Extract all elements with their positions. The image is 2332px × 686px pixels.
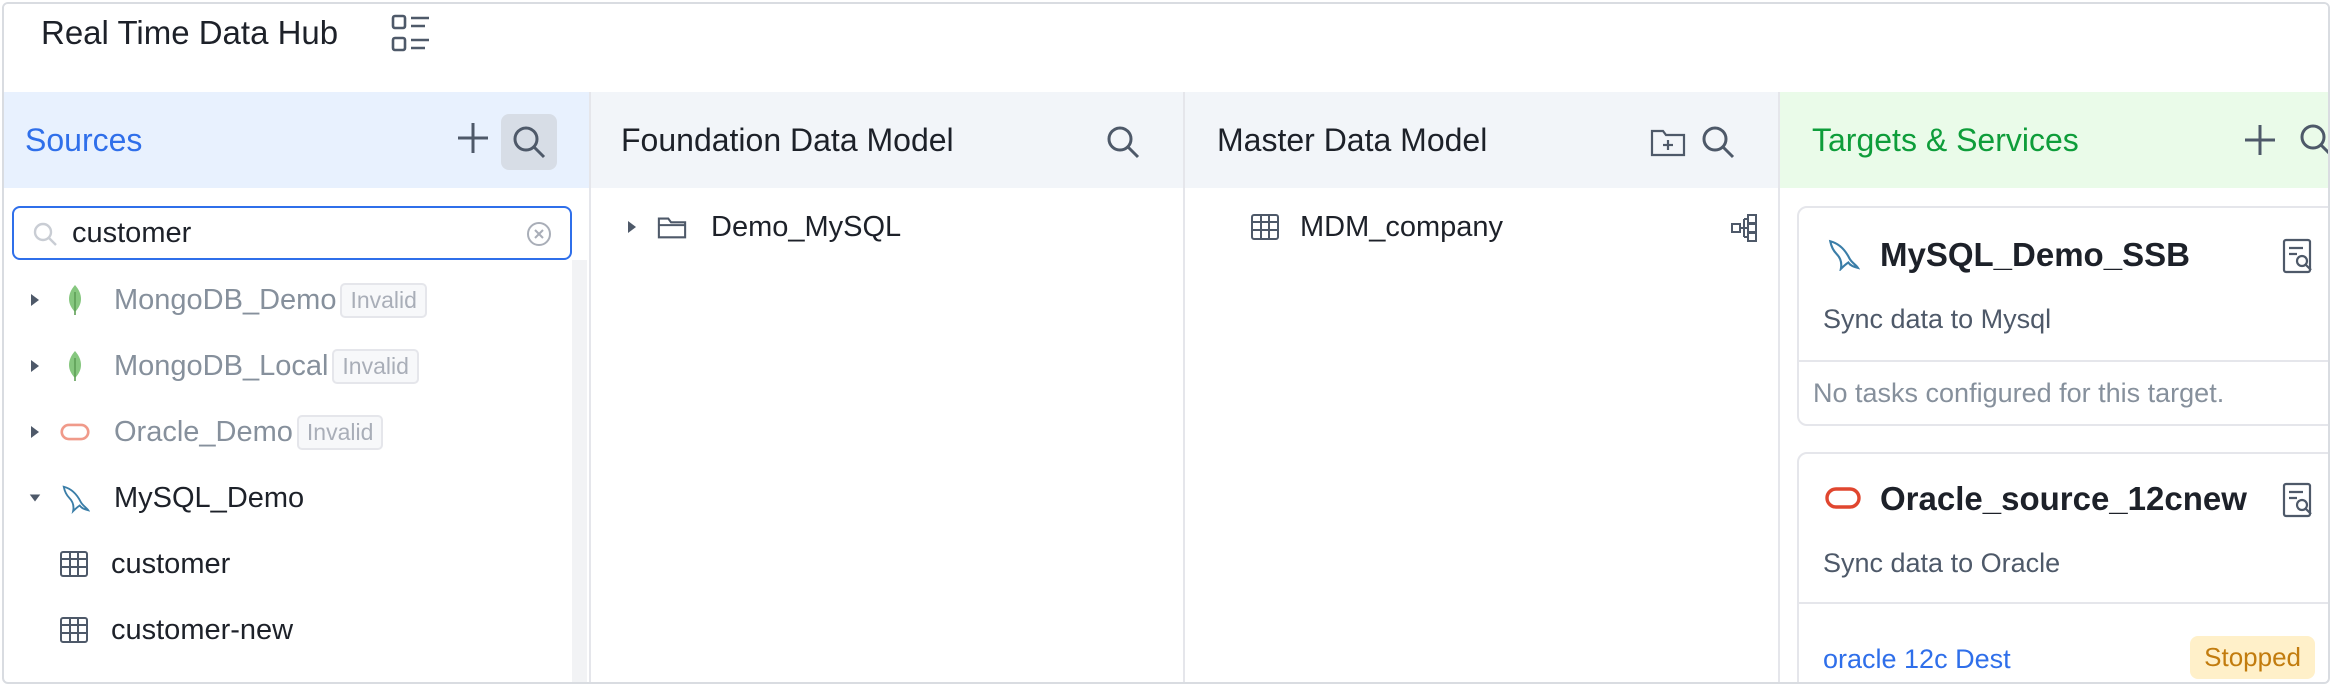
clear-search-icon[interactable] — [526, 221, 552, 252]
target-card-mysql-demo-ssb[interactable]: MySQL_Demo_SSB Sync data to Mysql No tas… — [1797, 206, 2328, 426]
source-item-mysql-demo[interactable]: MySQL_Demo — [4, 465, 572, 531]
folder-item-demo-mysql[interactable]: Demo_MySQL — [591, 202, 901, 252]
search-icon — [32, 221, 58, 252]
master-title: Master Data Model — [1217, 122, 1488, 158]
status-badge: Invalid — [340, 282, 427, 318]
foundation-panel: Foundation Data Model Demo_MySQL — [591, 92, 1183, 682]
mongodb-leaf-icon — [60, 285, 90, 315]
search-sources-button[interactable] — [501, 114, 557, 170]
foundation-header: Foundation Data Model — [591, 92, 1183, 188]
sources-scrollbar[interactable] — [572, 260, 587, 682]
app-header: Real Time Data Hub — [4, 4, 2328, 92]
foundation-title: Foundation Data Model — [621, 122, 954, 158]
mysql-dolphin-icon — [1823, 234, 1863, 274]
target-card-title: MySQL_Demo_SSB — [1880, 236, 2190, 273]
sources-panel: Sources customer MongoDB_Demo Invalid Mo… — [4, 92, 589, 682]
table-item-customer[interactable]: customer — [4, 531, 572, 597]
targets-title: Targets & Services — [1812, 122, 2079, 158]
targets-header: Targets & Services — [1780, 92, 2328, 188]
task-link[interactable]: oracle 12c Dest — [1823, 644, 2011, 675]
search-targets-button[interactable] — [2292, 116, 2328, 164]
card-divider — [1799, 602, 2328, 604]
source-item-oracle-demo[interactable]: Oracle_Demo Invalid — [4, 399, 572, 465]
table-icon — [59, 549, 89, 579]
app-window: Real Time Data Hub Sources customer Mong… — [2, 2, 2330, 684]
layout-list-icon[interactable] — [389, 12, 433, 56]
oracle-icon — [1823, 478, 1863, 518]
table-icon — [59, 615, 89, 645]
view-details-icon[interactable] — [2279, 236, 2319, 276]
source-search-field[interactable] — [12, 206, 572, 260]
table-label: customer-new — [111, 613, 294, 646]
model-label: MDM_company — [1300, 210, 1504, 243]
search-foundation-button[interactable] — [1099, 118, 1147, 166]
expand-caret-icon[interactable] — [28, 292, 42, 308]
add-source-button[interactable] — [449, 114, 497, 162]
mongodb-leaf-icon — [60, 351, 90, 381]
targets-panel: Targets & Services MySQL_Demo_SSB Sync d… — [1780, 92, 2328, 682]
lineage-icon[interactable] — [1730, 213, 1758, 251]
card-divider — [1799, 360, 2328, 362]
sources-title: Sources — [25, 122, 143, 158]
target-card-oracle-source[interactable]: Oracle_source_12cnew Sync data to Oracle… — [1797, 452, 2328, 682]
expand-caret-icon[interactable] — [28, 358, 42, 374]
table-item-customer-new[interactable]: customer-new — [4, 597, 572, 663]
folder-icon — [657, 212, 687, 242]
master-header: Master Data Model — [1185, 92, 1778, 188]
table-label: customer — [111, 547, 231, 580]
view-details-icon[interactable] — [2279, 480, 2319, 520]
mysql-dolphin-icon — [60, 483, 90, 514]
collapse-caret-icon[interactable] — [28, 492, 42, 504]
target-card-description: Sync data to Oracle — [1823, 548, 2061, 578]
table-icon — [1250, 212, 1280, 242]
source-label: Oracle_Demo — [114, 415, 293, 448]
new-folder-icon[interactable] — [1644, 118, 1692, 166]
source-label: MongoDB_Local — [114, 349, 329, 382]
target-card-description: Sync data to Mysql — [1823, 304, 2052, 334]
task-status-badge: Stopped — [2190, 636, 2315, 679]
source-search-input[interactable] — [72, 216, 512, 250]
sources-header: Sources — [4, 92, 589, 188]
source-item-mongodb-demo[interactable]: MongoDB_Demo Invalid — [4, 267, 572, 333]
source-label: MySQL_Demo — [114, 481, 305, 514]
no-tasks-text: No tasks configured for this target. — [1813, 378, 2225, 408]
expand-caret-icon[interactable] — [625, 219, 639, 235]
source-item-mongodb-local[interactable]: MongoDB_Local Invalid — [4, 333, 572, 399]
oracle-icon — [60, 417, 90, 447]
source-label: MongoDB_Demo — [114, 283, 337, 316]
expand-caret-icon[interactable] — [28, 424, 42, 440]
master-panel: Master Data Model MDM_company — [1185, 92, 1778, 682]
target-card-title: Oracle_source_12cnew — [1880, 480, 2247, 517]
search-master-button[interactable] — [1694, 118, 1742, 166]
app-title: Real Time Data Hub — [41, 14, 339, 51]
model-item-mdm-company[interactable]: MDM_company — [1185, 202, 1778, 252]
source-tree: MongoDB_Demo Invalid MongoDB_Local Inval… — [4, 267, 572, 663]
status-badge: Invalid — [296, 414, 384, 450]
folder-label: Demo_MySQL — [711, 210, 902, 243]
add-target-button[interactable] — [2236, 116, 2284, 164]
status-badge: Invalid — [332, 348, 419, 384]
